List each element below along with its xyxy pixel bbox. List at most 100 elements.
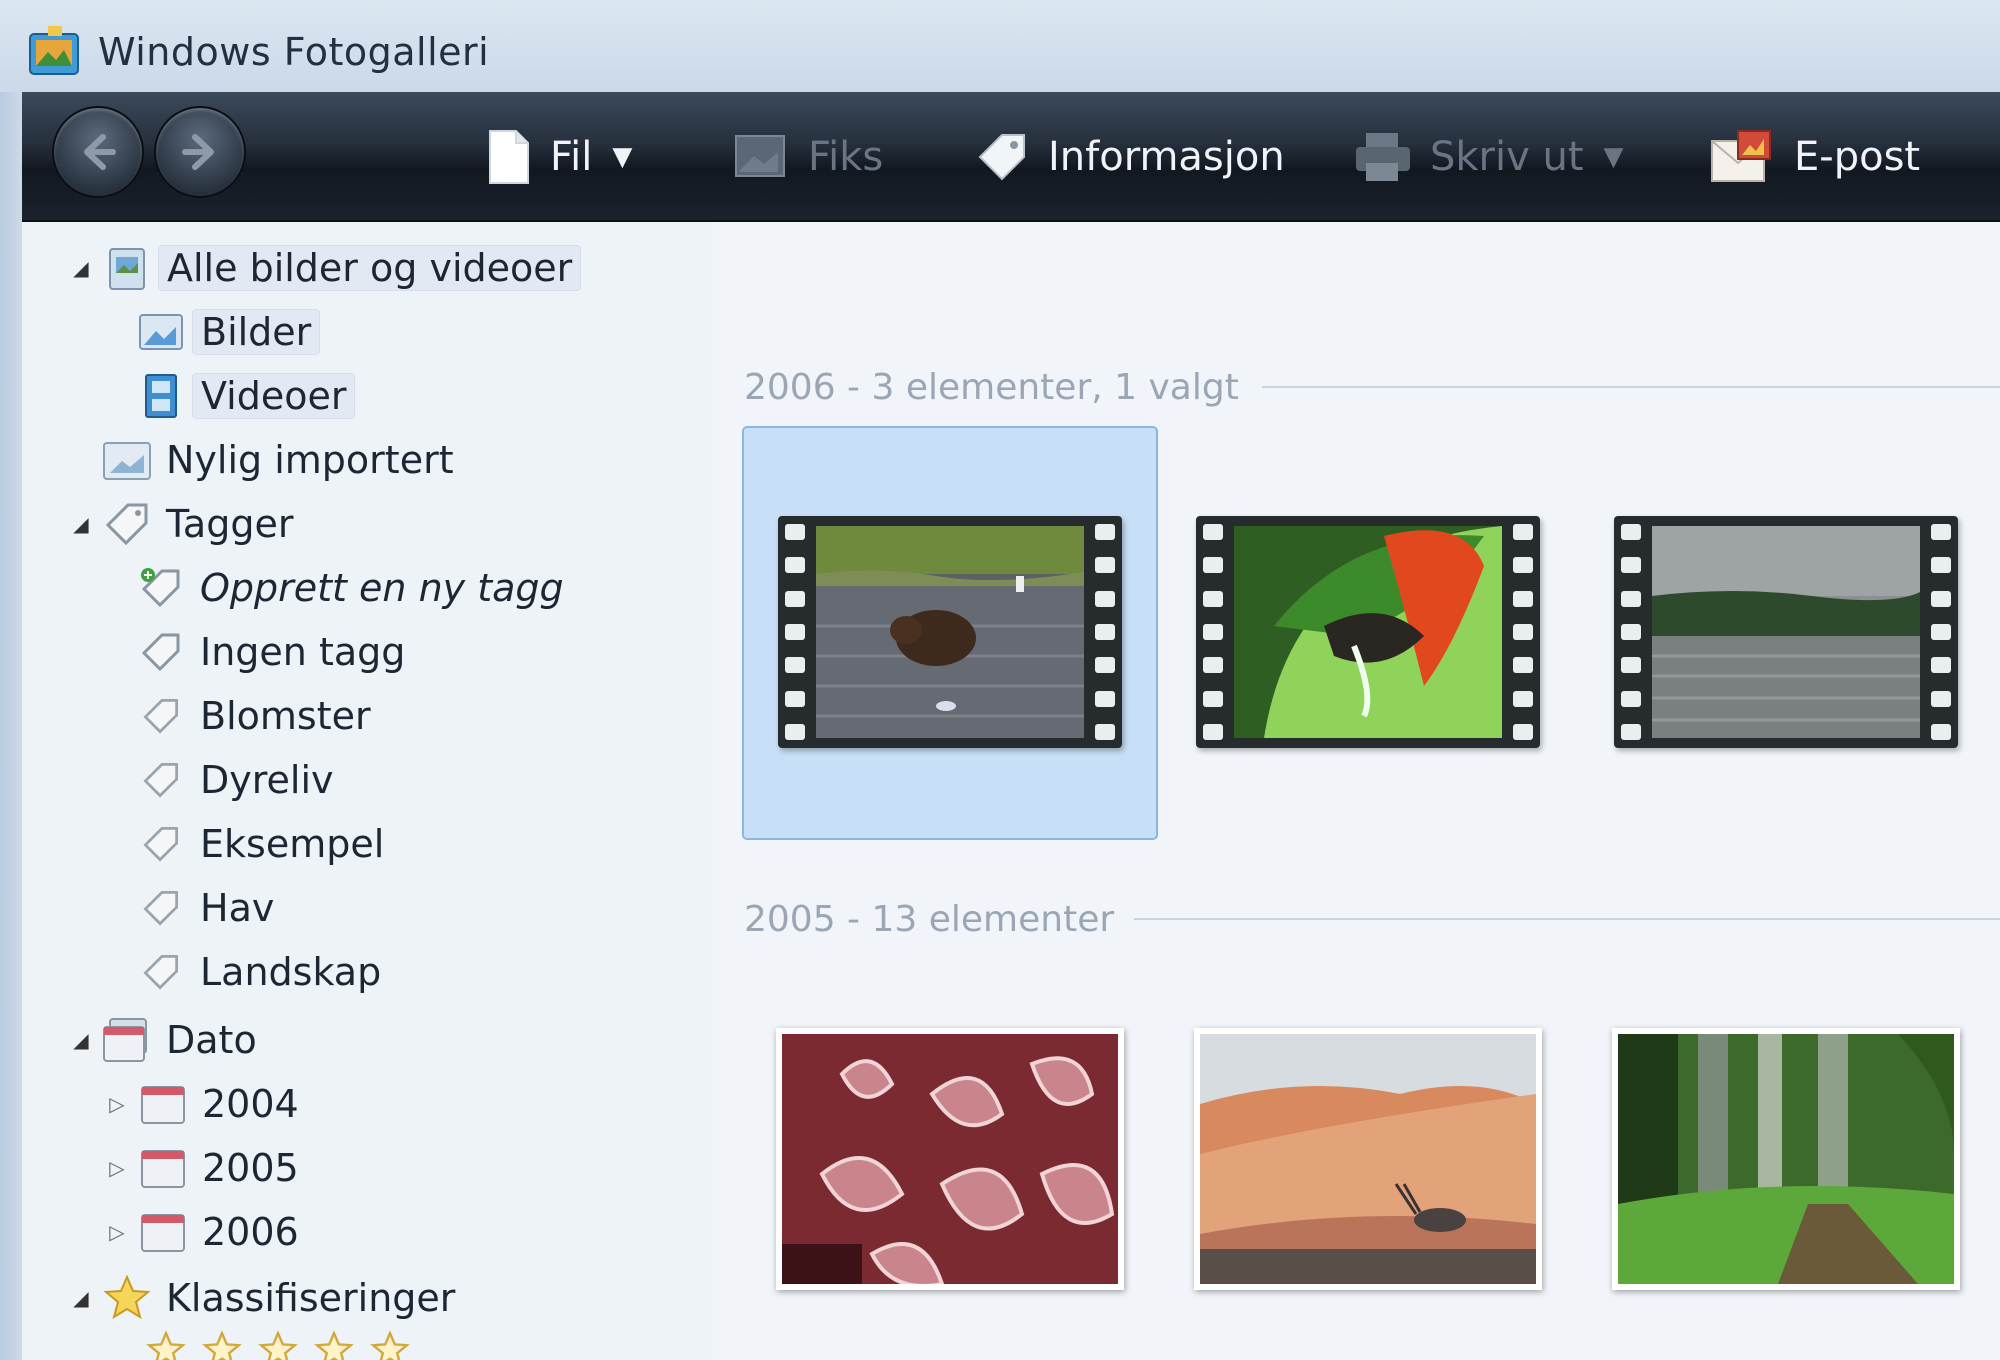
tree-item-tag-landskap[interactable]: Landskap [130, 944, 389, 1000]
tree-label: Ingen tagg [200, 630, 406, 674]
group-header-2006[interactable]: 2006 - 3 elementer, 1 valgt [744, 362, 1239, 412]
group-divider [1262, 386, 2000, 388]
star-outline-icon [370, 1330, 410, 1360]
fix-label: Fiks [808, 134, 884, 180]
tree-item-tag-eksempel[interactable]: Eksempel [130, 816, 392, 872]
tree-item-no-tag[interactable]: Ingen tagg [130, 624, 413, 680]
tree-item-videos[interactable]: Videoer [130, 368, 356, 424]
star-outline-icon [146, 1330, 186, 1360]
tree-label: Landskap [200, 950, 382, 994]
document-icon [489, 130, 529, 184]
photo-thumbnail-forest[interactable] [1612, 1028, 1960, 1290]
film-sprocket-holes [1928, 524, 1954, 740]
tree-item-year-2004[interactable]: ▷ 2004 [102, 1076, 307, 1132]
film-sprocket-holes [1618, 524, 1644, 740]
collapse-triangle-icon[interactable]: ◢ [66, 512, 96, 536]
film-sprocket-holes [782, 524, 808, 740]
calendar-icon [132, 1204, 194, 1260]
star-outline-icon [258, 1330, 298, 1360]
film-sprocket-holes [1200, 524, 1226, 740]
window-title: Windows Fotogalleri [98, 30, 490, 74]
email-label: E-post [1794, 134, 1921, 180]
video-frame [816, 526, 1084, 738]
tree-label: 2004 [202, 1082, 299, 1126]
tag-icon [96, 496, 158, 552]
video-thumbnail-butterfly[interactable] [1196, 516, 1540, 748]
chevron-down-icon: ▼ [1603, 142, 1624, 172]
collapse-triangle-icon[interactable]: ◢ [66, 1028, 96, 1052]
video-thumbnail-lake[interactable] [1614, 516, 1958, 748]
file-menu-label: Fil [550, 134, 593, 180]
file-menu-button[interactable]: Fil ▼ [484, 122, 632, 192]
info-button[interactable]: Informasjon [972, 122, 1285, 192]
tree-item-create-new-tag[interactable]: Opprett en ny tagg [130, 560, 572, 616]
group-divider [1134, 918, 2000, 920]
back-arrow-icon [84, 134, 116, 170]
tree-item-all-pictures-videos[interactable]: ◢ Alle bilder og videoer [66, 240, 582, 296]
tree-item-recently-imported[interactable]: Nylig importert [96, 432, 462, 488]
group-header-2005[interactable]: 2005 - 13 elementer [744, 894, 1114, 944]
expand-triangle-icon[interactable]: ▷ [102, 1156, 132, 1180]
tag-icon [130, 880, 192, 936]
email-icon [1711, 130, 1771, 182]
video-frame [1652, 526, 1920, 738]
calendar-icon [132, 1076, 194, 1132]
tree-label: Eksempel [200, 822, 385, 866]
tree-label: Klassifiseringer [166, 1276, 456, 1320]
chevron-down-icon: ▼ [612, 142, 633, 172]
tree-item-tag-hav[interactable]: Hav [130, 880, 282, 936]
gallery-icon [96, 240, 158, 296]
tree-item-tags[interactable]: ◢ Tagger [66, 496, 301, 552]
tree-item-year-2006[interactable]: ▷ 2006 [102, 1204, 307, 1260]
tree-label: Alle bilder og videoer [158, 245, 582, 291]
tree-item-date[interactable]: ◢ Dato [66, 1012, 265, 1068]
video-frame [1234, 526, 1502, 738]
video-thumbnail-bear[interactable] [778, 516, 1122, 748]
tag-icon [130, 944, 192, 1000]
picture-icon [130, 304, 192, 360]
video-icon [130, 368, 192, 424]
tree-item-year-2005[interactable]: ▷ 2005 [102, 1140, 307, 1196]
tree-item-tag-blomster[interactable]: Blomster [130, 688, 379, 744]
expand-triangle-icon[interactable]: ▷ [102, 1092, 132, 1116]
tag-icon [130, 816, 192, 872]
tree-label: Tagger [166, 502, 294, 546]
star-outline-icon [314, 1330, 354, 1360]
printer-icon [1356, 133, 1410, 181]
print-button[interactable]: Skriv ut ▼ [1352, 122, 1624, 192]
collapse-triangle-icon[interactable]: ◢ [66, 1286, 96, 1310]
fix-button[interactable]: Fiks [732, 122, 883, 192]
expand-triangle-icon[interactable]: ▷ [102, 1220, 132, 1244]
fix-photo-icon [735, 135, 785, 177]
new-tag-icon [130, 560, 192, 616]
toolbar: Fil ▼ Fiks Informasjon Skriv ut ▼ E-post [22, 92, 2000, 222]
photo-gallery-app-icon [26, 24, 86, 80]
no-tag-icon [130, 624, 192, 680]
rating-stars-row[interactable] [140, 1330, 416, 1360]
tree-label: Opprett en ny tagg [200, 566, 564, 610]
tree-label: 2005 [202, 1146, 299, 1190]
tree-label: Bilder [192, 309, 321, 355]
tree-label: Hav [200, 886, 275, 930]
calendar-stack-icon [96, 1012, 158, 1068]
tree-label: 2006 [202, 1210, 299, 1254]
tree-label: Blomster [200, 694, 371, 738]
tree-label: Dyreliv [200, 758, 334, 802]
tree-label: Nylig importert [166, 438, 454, 482]
photo-thumbnail-desert[interactable] [1194, 1028, 1542, 1290]
tag-icon [130, 688, 192, 744]
tree-item-tag-dyreliv[interactable]: Dyreliv [130, 752, 342, 808]
tree-item-pictures[interactable]: Bilder [130, 304, 321, 360]
window-frame-left [0, 92, 22, 1360]
forward-button[interactable] [154, 106, 246, 198]
tree-label: Dato [166, 1018, 257, 1062]
info-label: Informasjon [1048, 134, 1285, 180]
collapse-triangle-icon[interactable]: ◢ [66, 256, 96, 280]
forward-arrow-icon [182, 134, 214, 170]
photo-thumbnail-leaves[interactable] [776, 1028, 1124, 1290]
film-sprocket-holes [1510, 524, 1536, 740]
tree-item-ratings[interactable]: ◢ Klassifiseringer [66, 1270, 463, 1326]
print-label: Skriv ut [1430, 134, 1584, 180]
back-button[interactable] [52, 106, 144, 198]
email-button[interactable]: E-post [1708, 122, 1920, 192]
